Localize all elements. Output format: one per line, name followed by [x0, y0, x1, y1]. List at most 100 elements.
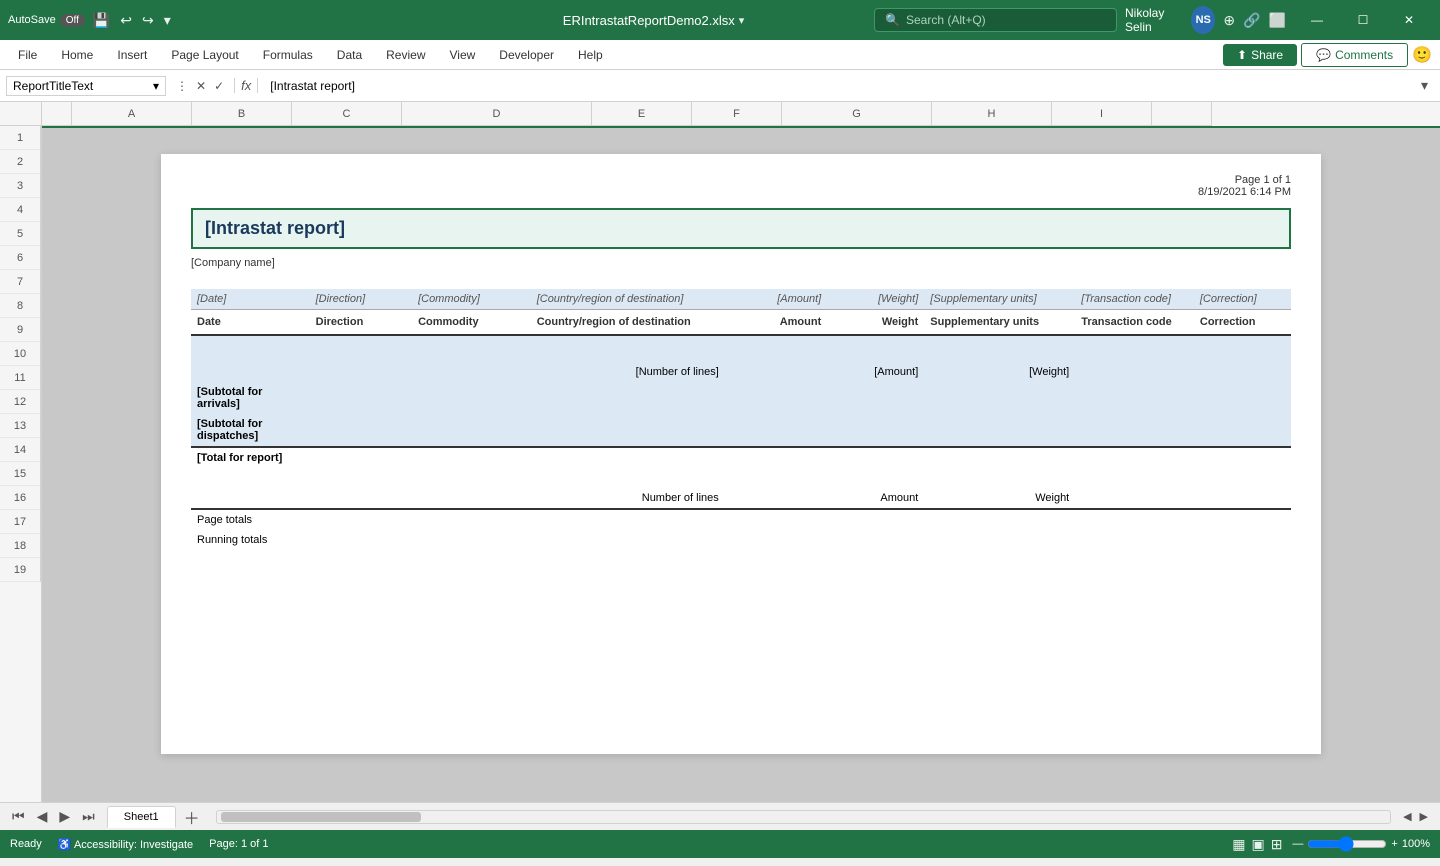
- formula-expand-icon[interactable]: ▾: [1415, 77, 1434, 94]
- add-sheet-button[interactable]: ＋: [176, 803, 208, 831]
- horizontal-scrollbar[interactable]: [216, 810, 1391, 824]
- data-area-row-3: [Number of lines] [Amount] [Weight]: [191, 362, 1291, 382]
- scroll-left-button[interactable]: ◀: [1399, 810, 1415, 823]
- menu-data[interactable]: Data: [327, 44, 372, 66]
- search-input[interactable]: [906, 13, 1106, 27]
- row-4[interactable]: 4: [0, 198, 41, 222]
- prev-sheet-button[interactable]: ◀: [33, 806, 52, 827]
- row-18[interactable]: 18: [0, 534, 41, 558]
- close-button[interactable]: ✕: [1386, 0, 1432, 40]
- redo-icon[interactable]: ↪: [142, 12, 154, 29]
- menu-help[interactable]: Help: [568, 44, 613, 66]
- row-9[interactable]: 9: [0, 318, 41, 342]
- zoom-out-button[interactable]: —: [1292, 838, 1303, 850]
- last-sheet-button[interactable]: ⏭: [78, 806, 99, 827]
- header-weight: [Weight]: [827, 289, 924, 310]
- share-toolbar-icon[interactable]: ⬜: [1269, 12, 1286, 29]
- col-header-a[interactable]: A: [72, 102, 192, 126]
- page-totals-row: Page totals: [191, 509, 1291, 530]
- emoji-button[interactable]: 🙂: [1412, 45, 1432, 65]
- share-button[interactable]: ⬆ Share: [1223, 44, 1297, 66]
- first-sheet-button[interactable]: ⏮: [8, 806, 29, 827]
- col-labels-row: Date Direction Commodity Country/region …: [191, 310, 1291, 336]
- next-sheet-button[interactable]: ▶: [55, 806, 74, 827]
- row-16[interactable]: 16: [0, 486, 41, 510]
- col-header-h[interactable]: H: [932, 102, 1052, 126]
- menu-file[interactable]: File: [8, 44, 47, 66]
- autosave-toggle[interactable]: AutoSave Off: [8, 14, 85, 27]
- sheet-tab-sheet1[interactable]: Sheet1: [107, 806, 176, 828]
- page-break-view-icon[interactable]: ⊞: [1271, 836, 1283, 853]
- maximize-button[interactable]: ☐: [1340, 0, 1386, 40]
- header-amount: [Amount]: [725, 289, 827, 310]
- scrollbar-thumb[interactable]: [221, 812, 421, 822]
- header-correction: [Correction]: [1194, 289, 1291, 310]
- confirm-formula-icon[interactable]: ✓: [214, 79, 224, 93]
- row-10[interactable]: 10: [0, 342, 41, 366]
- report-header-row: [Date] [Direction] [Commodity] [Country/…: [191, 289, 1291, 310]
- status-right: ▦ ▣ ⊞ — + 100%: [1232, 836, 1430, 853]
- menu-formulas[interactable]: Formulas: [253, 44, 323, 66]
- col-header-f[interactable]: F: [692, 102, 782, 126]
- row-11[interactable]: 11: [0, 366, 41, 390]
- comments-button[interactable]: 💬 Comments: [1301, 43, 1408, 67]
- summary-empty-3: [412, 488, 531, 509]
- col-weight: Weight: [827, 310, 924, 336]
- col-commodity: Commodity: [412, 310, 531, 336]
- sheet-area[interactable]: A B C D E F G H I Page 1 of 1 8/19/2021 …: [42, 102, 1440, 802]
- col-header-g[interactable]: G: [782, 102, 932, 126]
- row-5[interactable]: 5: [0, 222, 41, 246]
- col-header-i[interactable]: I: [1052, 102, 1152, 126]
- header-country: [Country/region of destination]: [531, 289, 725, 310]
- minimize-button[interactable]: —: [1294, 0, 1340, 40]
- name-box-dropdown-icon[interactable]: ▾: [153, 79, 159, 93]
- normal-view-icon[interactable]: ▦: [1232, 836, 1245, 853]
- data-cell-empty-6: [827, 335, 924, 344]
- menu-view[interactable]: View: [440, 44, 486, 66]
- row-13[interactable]: 13: [0, 414, 41, 438]
- summary-empty-1: [191, 488, 310, 509]
- row-3[interactable]: 3: [0, 174, 41, 198]
- menu-review[interactable]: Review: [376, 44, 435, 66]
- row-6[interactable]: 6: [0, 246, 41, 270]
- name-box[interactable]: ReportTitleText ▾: [6, 76, 166, 96]
- user-avatar[interactable]: NS: [1191, 6, 1215, 34]
- col-header-b[interactable]: B: [192, 102, 292, 126]
- row-number-header-cell: [0, 102, 41, 126]
- cancel-formula-icon[interactable]: ✕: [196, 79, 206, 93]
- row-1[interactable]: 1: [0, 126, 41, 150]
- ribbon-icon[interactable]: 🔗: [1243, 12, 1260, 29]
- row-12[interactable]: 12: [0, 390, 41, 414]
- undo-icon[interactable]: ↩: [120, 12, 132, 29]
- customize-icon[interactable]: ▾: [164, 12, 171, 29]
- row-2[interactable]: 2: [0, 150, 41, 174]
- scroll-right-button[interactable]: ▶: [1416, 810, 1432, 823]
- file-dropdown-icon[interactable]: ▾: [739, 14, 745, 27]
- report-table: [Date] [Direction] [Commodity] [Country/…: [191, 289, 1291, 550]
- search-box[interactable]: 🔍: [874, 8, 1117, 32]
- row-numbers: 1 2 3 4 5 6 7 8 9 10 11 12 13 14 15 16 1…: [0, 102, 42, 802]
- help-icon[interactable]: ⊕: [1223, 12, 1235, 29]
- menu-home[interactable]: Home: [51, 44, 103, 66]
- autosave-state[interactable]: Off: [60, 14, 85, 27]
- file-name: ERIntrastatReportDemo2.xlsx: [563, 13, 735, 28]
- zoom-in-button[interactable]: +: [1391, 838, 1397, 850]
- expand-formula-icon[interactable]: ⋮: [176, 79, 188, 93]
- col-header-e[interactable]: E: [592, 102, 692, 126]
- row-19[interactable]: 19: [0, 558, 41, 582]
- row-17[interactable]: 17: [0, 510, 41, 534]
- save-icon[interactable]: 💾: [93, 12, 110, 29]
- col-header-d[interactable]: D: [402, 102, 592, 126]
- zoom-slider[interactable]: [1307, 836, 1387, 852]
- row-8[interactable]: 8: [0, 294, 41, 318]
- menu-developer[interactable]: Developer: [489, 44, 564, 66]
- row-7[interactable]: 7: [0, 270, 41, 294]
- page-layout-view-icon[interactable]: ▣: [1251, 836, 1264, 853]
- col-header-c[interactable]: C: [292, 102, 402, 126]
- row-15[interactable]: 15: [0, 462, 41, 486]
- formula-content[interactable]: [Intrastat report]: [262, 79, 1411, 93]
- search-icon: 🔍: [885, 13, 900, 27]
- menu-page-layout[interactable]: Page Layout: [161, 44, 248, 66]
- row-14[interactable]: 14: [0, 438, 41, 462]
- menu-insert[interactable]: Insert: [107, 44, 157, 66]
